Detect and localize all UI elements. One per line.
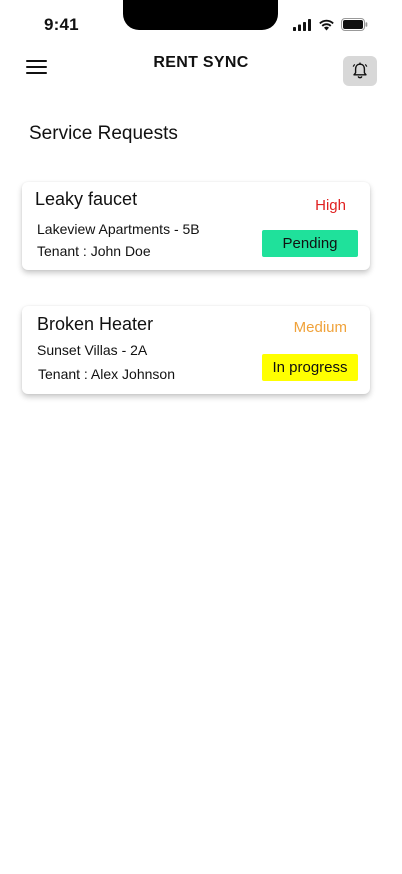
status-badge: Pending <box>262 230 358 257</box>
status-time: 9:41 <box>44 15 79 34</box>
request-location: Lakeview Apartments - 5B <box>37 221 200 237</box>
request-tenant: Tenant : Alex Johnson <box>38 366 175 382</box>
request-title: Leaky faucet <box>35 189 138 209</box>
priority-label: Medium <box>293 319 347 336</box>
page-title: Service Requests <box>29 123 178 144</box>
status-icons <box>293 18 368 31</box>
status-badge: In progress <box>262 354 358 381</box>
hamburger-menu-icon-bar <box>26 72 47 74</box>
request-location: Sunset Villas - 2A <box>37 342 148 358</box>
service-request-card[interactable]: Leaky faucet Lakeview Apartments - 5B Te… <box>22 182 370 270</box>
battery-icon <box>341 18 368 31</box>
request-tenant: Tenant : John Doe <box>37 243 151 259</box>
cellular-signal-icon <box>293 18 311 31</box>
device-notch <box>123 0 278 30</box>
bell-icon <box>352 62 368 79</box>
request-title: Broken Heater <box>37 314 154 334</box>
wifi-icon <box>319 19 334 30</box>
service-request-card[interactable]: Broken Heater Sunset Villas - 2A Tenant … <box>22 306 370 394</box>
priority-label: High <box>315 197 346 214</box>
app-title: RENT SYNC <box>153 54 249 71</box>
status-bar: 9:41 <box>0 0 402 48</box>
notifications-button[interactable] <box>343 56 377 86</box>
